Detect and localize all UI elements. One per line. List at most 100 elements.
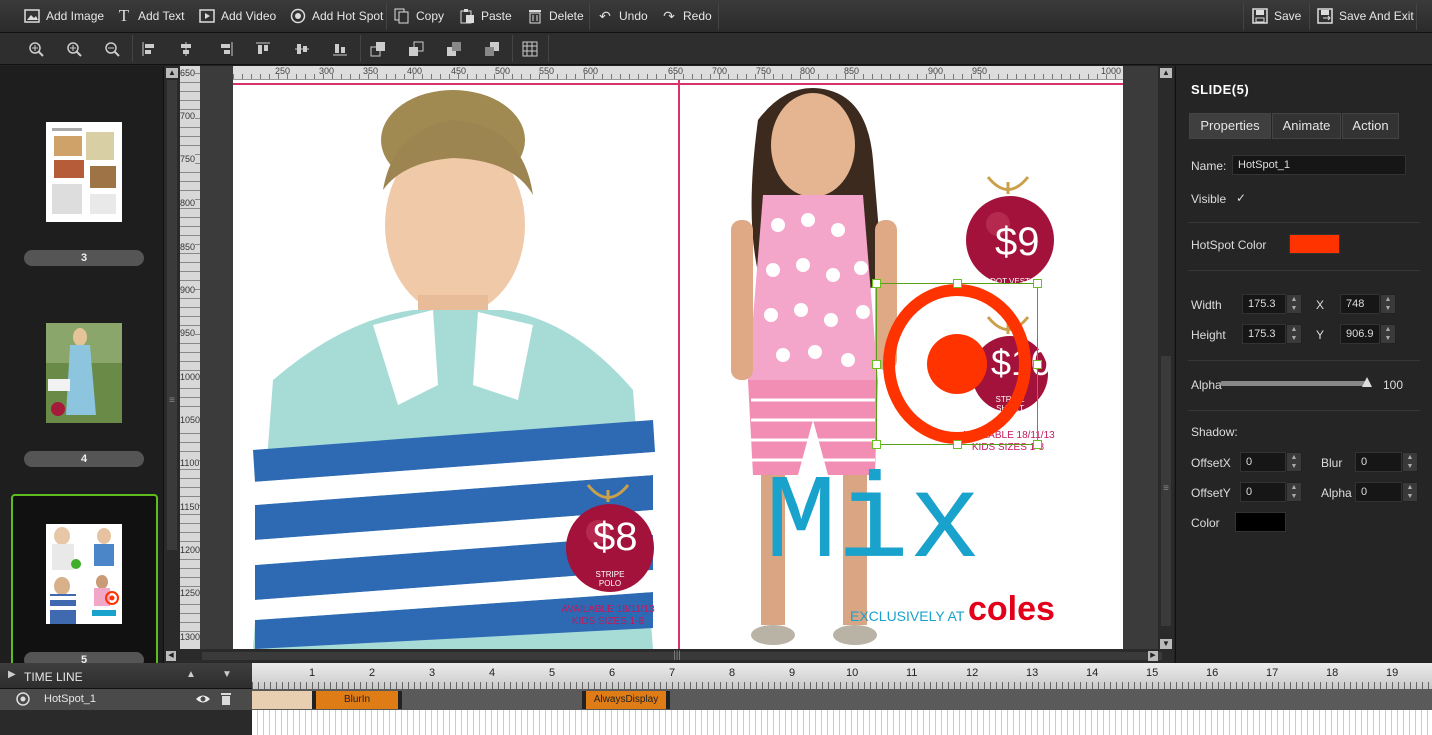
visible-checkbox[interactable]: ✓ (1236, 191, 1246, 205)
alpha-slider-track[interactable] (1220, 381, 1370, 386)
save-button[interactable]: Save (1252, 6, 1301, 26)
add-text-button[interactable]: T Add Text (116, 6, 185, 26)
x-field[interactable]: 748 (1340, 294, 1380, 314)
resize-handle[interactable] (872, 279, 881, 288)
copy-button[interactable]: Copy (394, 6, 444, 26)
scroll-up-arrow[interactable]: ▲ (1160, 68, 1172, 78)
align-top-icon[interactable] (255, 41, 271, 57)
canvas-vertical-scrollbar[interactable]: ▲ ≡ ▼ (1158, 66, 1174, 663)
toolbar-divider (1309, 3, 1310, 30)
slides-scroll-thumb[interactable] (167, 80, 177, 550)
shadow-alpha-stepper[interactable]: ▲ ▼ (1402, 482, 1418, 502)
blurin-clip[interactable]: BlurIn (316, 691, 398, 709)
add-video-button[interactable]: Add Video (199, 6, 276, 26)
alwaysdisplay-clip[interactable]: AlwaysDisplay (586, 691, 666, 709)
tag-8: STRIPE POLO (595, 570, 625, 588)
tab-properties[interactable]: Properties (1189, 113, 1271, 139)
undo-button[interactable]: ↶ Undo (597, 6, 648, 26)
resize-handle[interactable] (872, 440, 881, 449)
x-stepper[interactable]: ▲ ▼ (1380, 294, 1396, 314)
align-center-icon[interactable] (178, 41, 194, 57)
tab-animate[interactable]: Animate (1272, 113, 1341, 139)
timeline-tick: 8 (729, 667, 736, 679)
blur-stepper[interactable]: ▲ ▼ (1402, 452, 1418, 472)
paste-label: Paste (481, 9, 512, 23)
v-tick: 1250 (180, 588, 200, 598)
align-bottom-icon[interactable] (332, 41, 348, 57)
slide-canvas[interactable]: $8 STRIPE POLO AVAILABLE 18/11/13 KIDS S… (233, 80, 1123, 649)
resize-handle[interactable] (1033, 279, 1042, 288)
scroll-up-arrow[interactable]: ▲ (166, 68, 178, 78)
drag-handle-icon[interactable]: ≡ (167, 396, 177, 406)
scroll-left-arrow[interactable]: ◀ (166, 651, 176, 661)
y-field[interactable]: 906.9 (1340, 324, 1380, 344)
hotspot-icon (290, 8, 306, 24)
align-middle-icon[interactable] (294, 41, 310, 57)
offsety-stepper[interactable]: ▲ ▼ (1286, 482, 1302, 502)
zoom-in-icon[interactable] (66, 41, 82, 57)
send-back-icon[interactable] (484, 41, 500, 57)
add-image-button[interactable]: Add Image (24, 6, 104, 26)
redo-button[interactable]: ↷ Redo (661, 6, 712, 26)
move-up-icon[interactable]: ▲ (186, 669, 196, 680)
y-stepper[interactable]: ▲ ▼ (1380, 324, 1396, 344)
zoom-out-icon[interactable] (104, 41, 120, 57)
slide-number-4[interactable]: 4 (24, 451, 144, 467)
add-video-label: Add Video (221, 9, 277, 23)
move-down-icon[interactable]: ▼ (222, 669, 232, 680)
slides-scrollbar[interactable]: ▲ ≡ ▼ (164, 66, 180, 663)
blur-field[interactable]: 0 (1355, 452, 1402, 472)
tab-action[interactable]: Action (1342, 113, 1399, 139)
save-exit-label: Save And Exit (1339, 9, 1414, 23)
zoom-fit-icon[interactable] (28, 41, 44, 57)
h-tick: 700 (712, 66, 728, 76)
alpha-slider-handle[interactable] (1362, 377, 1372, 387)
grid-icon[interactable] (522, 41, 538, 57)
scroll-down-arrow[interactable]: ▼ (1160, 639, 1172, 649)
send-backward-icon[interactable] (446, 41, 462, 57)
resize-handle[interactable] (872, 360, 881, 369)
canvas-horizontal-scrollbar[interactable]: ◀ ||| ▶ (164, 649, 1174, 663)
expand-triangle-icon[interactable]: ▶ (8, 669, 16, 680)
width-stepper[interactable]: ▲ ▼ (1286, 294, 1302, 314)
trash-icon[interactable] (220, 692, 232, 709)
shadow-color-swatch[interactable] (1235, 512, 1286, 532)
drag-handle-icon[interactable]: ≡ (1161, 484, 1171, 494)
drag-handle-icon[interactable]: ||| (669, 649, 685, 663)
paste-button[interactable]: Paste (459, 6, 512, 26)
resize-handle[interactable] (1033, 440, 1042, 449)
shadow-alpha-field[interactable]: 0 (1355, 482, 1402, 502)
offsetx-field[interactable]: 0 (1240, 452, 1286, 472)
resize-handle[interactable] (953, 279, 962, 288)
slide-thumbnail-5[interactable] (46, 524, 122, 624)
hotspot-dot[interactable] (927, 334, 987, 394)
offsetx-stepper[interactable]: ▲ ▼ (1286, 452, 1302, 472)
hotspot-selection-box[interactable] (872, 279, 1042, 449)
align-left-icon[interactable] (141, 41, 157, 57)
resize-handle[interactable] (953, 440, 962, 449)
copy-icon (394, 8, 410, 24)
delete-button[interactable]: Delete (527, 6, 584, 26)
eye-icon[interactable] (195, 692, 211, 709)
bring-front-icon[interactable] (370, 41, 386, 57)
slide-thumbnail-4[interactable] (46, 323, 122, 423)
scroll-right-arrow[interactable]: ▶ (1148, 651, 1158, 661)
slide-thumbnail-3[interactable] (46, 122, 122, 222)
timeline-track[interactable]: BlurIn AlwaysDisplay (252, 689, 1432, 710)
add-hotspot-button[interactable]: Add Hot Spot (290, 6, 383, 26)
save-exit-button[interactable]: Save And Exit (1317, 6, 1414, 26)
bring-forward-icon[interactable] (408, 41, 424, 57)
resize-handle[interactable] (1033, 360, 1042, 369)
align-right-icon[interactable] (218, 41, 234, 57)
timeline-layer-row[interactable]: HotSpot_1 (0, 689, 252, 710)
height-stepper[interactable]: ▲ ▼ (1286, 324, 1302, 344)
offsety-field[interactable]: 0 (1240, 482, 1286, 502)
slide-number-3[interactable]: 3 (24, 250, 144, 266)
height-field[interactable]: 175.3 (1242, 324, 1286, 344)
timeline-delay-segment[interactable] (252, 691, 312, 709)
availability-left-date: AVAILABLE 18/11/13 (561, 604, 655, 615)
hotspot-color-swatch[interactable] (1289, 234, 1340, 254)
name-field[interactable]: HotSpot_1 (1232, 155, 1406, 175)
width-field[interactable]: 175.3 (1242, 294, 1286, 314)
slide-number-5[interactable]: 5 (24, 652, 144, 663)
